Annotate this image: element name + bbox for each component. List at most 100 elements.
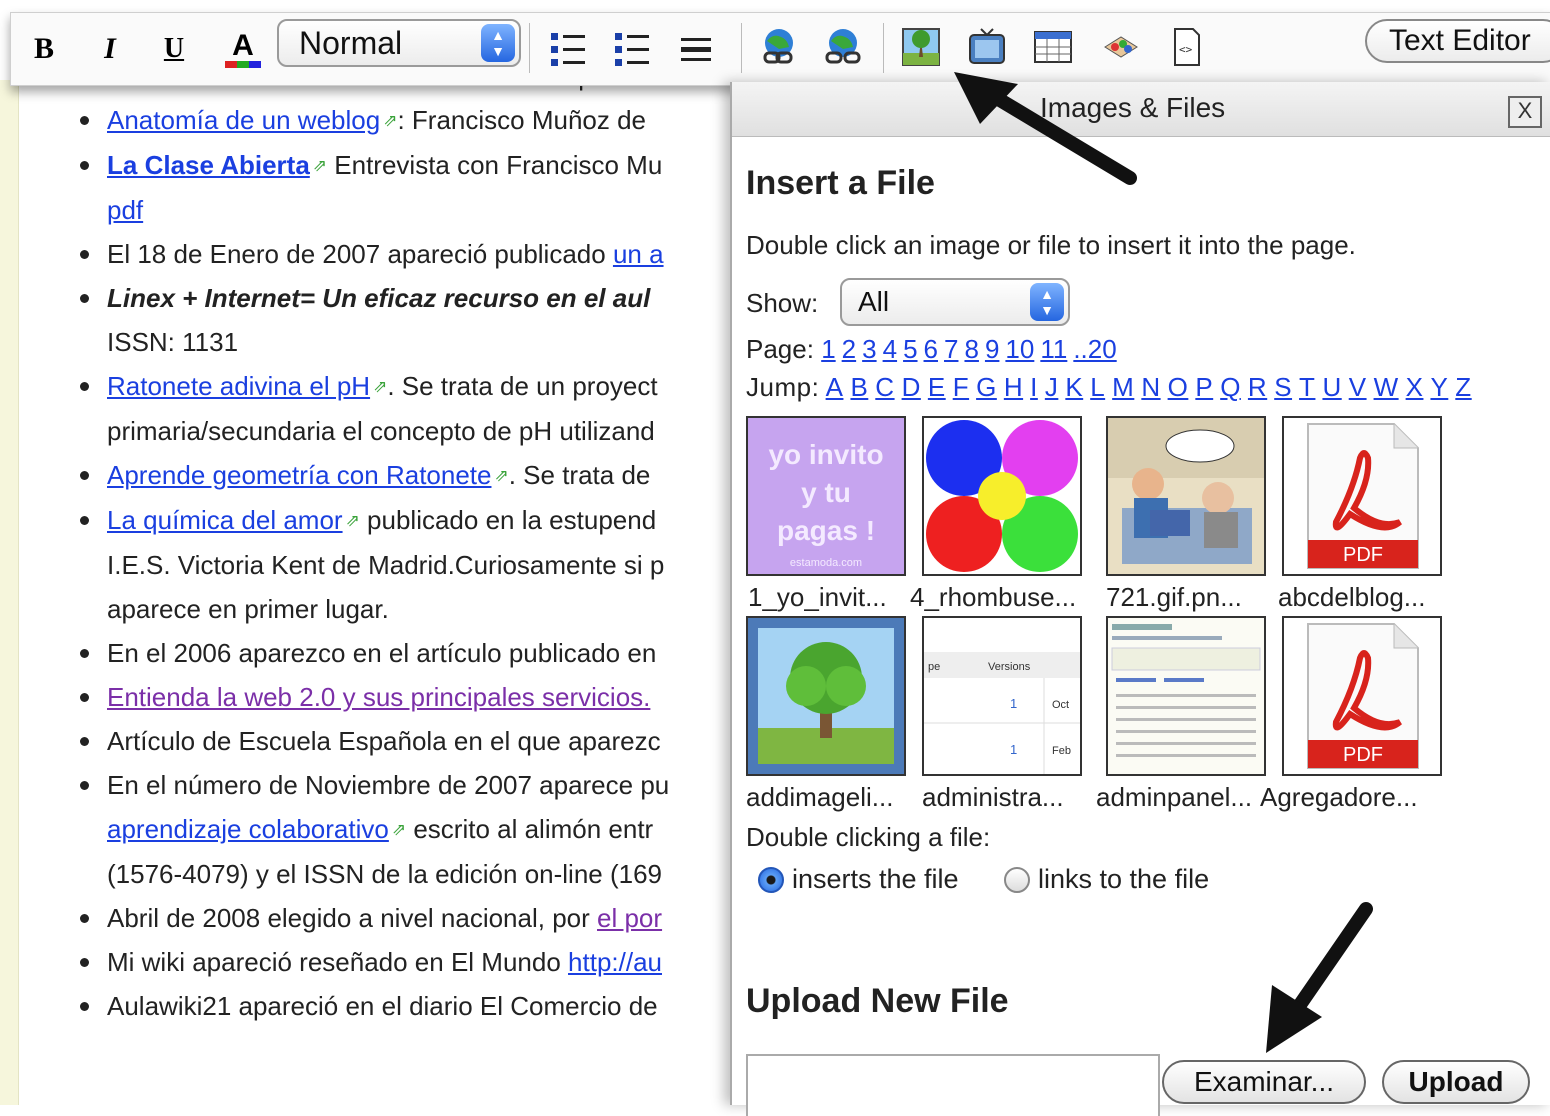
letter-link[interactable]: H (1004, 372, 1023, 402)
bullet-list-button[interactable] (615, 27, 655, 71)
letter-link[interactable]: Q (1220, 372, 1241, 402)
html-source-icon[interactable]: <> (1167, 27, 1207, 67)
page-link[interactable]: 5 (903, 334, 917, 364)
letter-link[interactable]: O (1168, 372, 1189, 402)
browse-button[interactable]: Examinar... (1162, 1060, 1366, 1104)
insert-table-icon[interactable] (1033, 27, 1073, 67)
page-link[interactable]: 1 (821, 334, 835, 364)
show-filter-select[interactable]: All ▲ ▼ (840, 278, 1070, 326)
list-item: Aulawiki21 apareció en el diario El Come… (80, 984, 750, 1028)
item-link[interactable]: La química del amor (107, 505, 343, 535)
page-link[interactable]: 8 (964, 334, 978, 364)
text-color-button[interactable]: A (223, 27, 263, 71)
underline-button[interactable]: U (159, 27, 189, 71)
file-thumbnail[interactable]: PDF (1282, 616, 1442, 776)
file-thumbnail[interactable]: yo invito y tu pagas ! estamoda.com (746, 416, 906, 576)
page-link[interactable]: 9 (985, 334, 999, 364)
letter-link[interactable]: Y (1430, 372, 1448, 402)
letter-link[interactable]: J (1045, 372, 1059, 402)
page-link[interactable]: ..20 (1073, 334, 1116, 364)
radio-unselected-icon[interactable] (1004, 866, 1030, 893)
letter-link[interactable]: L (1090, 372, 1105, 402)
pagination: Page: 1 2 3 4 5 6 7 8 9 10 11 ..20 (746, 334, 1123, 365)
letter-link[interactable]: V (1349, 372, 1367, 402)
panel-title: Images & Files (1040, 92, 1226, 123)
item-link[interactable]: Entienda la web 2.0 y sus principales se… (107, 682, 650, 712)
item-link[interactable]: Anatomía de un weblog (107, 105, 380, 135)
list-item-continuation: (1576-4079) y el ISSN de la edición on-l… (107, 852, 750, 896)
admin-panel-screenshot-icon (1108, 618, 1264, 774)
page-link[interactable]: 4 (883, 334, 897, 364)
horizontal-rule-button[interactable] (681, 27, 721, 71)
file-thumbnail[interactable] (922, 416, 1082, 576)
item-link[interactable]: http://au (568, 947, 662, 977)
insert-option[interactable]: inserts the file (758, 864, 959, 895)
item-link[interactable]: el por (597, 903, 662, 933)
letter-link[interactable]: M (1112, 372, 1134, 402)
list-item-continuation: I.E.S. Victoria Kent de Madrid.Curiosame… (107, 543, 750, 587)
item-link[interactable]: un a (613, 239, 664, 269)
pdf-file-icon: PDF (1307, 423, 1419, 569)
list-item: Abril de 2008 elegido a nivel nacional, … (80, 896, 750, 940)
thumb-text: PDF (1343, 544, 1383, 566)
insert-link-icon[interactable] (759, 27, 799, 67)
page-link[interactable]: 10 (1005, 334, 1034, 364)
item-link[interactable]: Ratonete adivina el pH (107, 371, 370, 401)
numbered-list-button[interactable] (551, 27, 591, 71)
file-thumbnail[interactable] (1106, 616, 1266, 776)
file-path-input[interactable] (746, 1054, 1160, 1116)
item-link[interactable]: aprendizaje colaborativo (107, 814, 389, 844)
page-link[interactable]: 2 (842, 334, 856, 364)
bullet-list-icon-line (615, 58, 649, 66)
letter-link[interactable]: P (1195, 372, 1213, 402)
file-thumbnail[interactable] (1106, 416, 1266, 576)
letter-link[interactable]: C (875, 372, 894, 402)
file-thumbnail[interactable]: PDF (1282, 416, 1442, 576)
text-editor-button[interactable]: Text Editor (1365, 19, 1550, 63)
letter-link[interactable]: U (1322, 372, 1341, 402)
radio-selected-icon[interactable] (758, 866, 784, 893)
letter-link[interactable]: K (1065, 372, 1083, 402)
insert-image-icon[interactable] (901, 27, 941, 67)
link-option-label: links to the file (1038, 864, 1210, 894)
panel-header: Images & Files X (732, 82, 1550, 137)
letter-link[interactable]: I (1030, 372, 1038, 402)
letter-link[interactable]: X (1406, 372, 1424, 402)
content-list: El día 25 de Noviembre de 2006 en el sup… (60, 78, 750, 1028)
insert-media-icon[interactable] (967, 27, 1007, 67)
list-item: Aprende geometría con Ratonete ⇗. Se trat… (80, 453, 750, 498)
page-link[interactable]: 6 (924, 334, 938, 364)
item-link[interactable]: La Clase Abierta (107, 150, 310, 180)
letter-link[interactable]: D (902, 372, 921, 402)
letter-link[interactable]: G (976, 372, 997, 402)
letter-link[interactable]: E (928, 372, 946, 402)
panel-close-button[interactable]: X (1508, 96, 1542, 128)
bold-button[interactable]: B (29, 27, 59, 71)
bullet-list-icon-line (615, 45, 649, 53)
letter-link[interactable]: S (1274, 372, 1292, 402)
letter-link[interactable]: R (1248, 372, 1267, 402)
page-link[interactable]: 7 (944, 334, 958, 364)
thumb-text: pe (928, 661, 940, 673)
page-link[interactable]: 11 (1040, 334, 1067, 364)
show-filter-label: Show: (746, 288, 819, 318)
letter-link[interactable]: T (1299, 372, 1315, 402)
link-option[interactable]: links to the file (1004, 864, 1209, 895)
letter-link[interactable]: F (953, 372, 969, 402)
remove-link-icon[interactable] (823, 27, 863, 67)
file-thumbnail[interactable] (746, 616, 906, 776)
pdf-link[interactable]: pdf (107, 195, 143, 225)
page-link[interactable]: 3 (862, 334, 876, 364)
letter-link[interactable]: Z (1455, 372, 1471, 402)
italic-button[interactable]: I (95, 27, 125, 71)
item-link[interactable]: Aprende geometría con Ratonete (107, 460, 491, 490)
letter-link[interactable]: B (850, 372, 868, 402)
upload-button[interactable]: Upload (1382, 1060, 1530, 1104)
insert-widget-icon[interactable] (1101, 27, 1141, 67)
paragraph-style-select[interactable]: Normal ▲ ▼ (277, 19, 521, 67)
list-item: El 18 de Enero de 2007 apareció publicad… (80, 232, 750, 276)
letter-link[interactable]: N (1141, 372, 1160, 402)
letter-link[interactable]: A (826, 372, 844, 402)
letter-link[interactable]: W (1374, 372, 1399, 402)
file-thumbnail[interactable]: pe Versions 1 Oct 1 Feb (922, 616, 1082, 776)
